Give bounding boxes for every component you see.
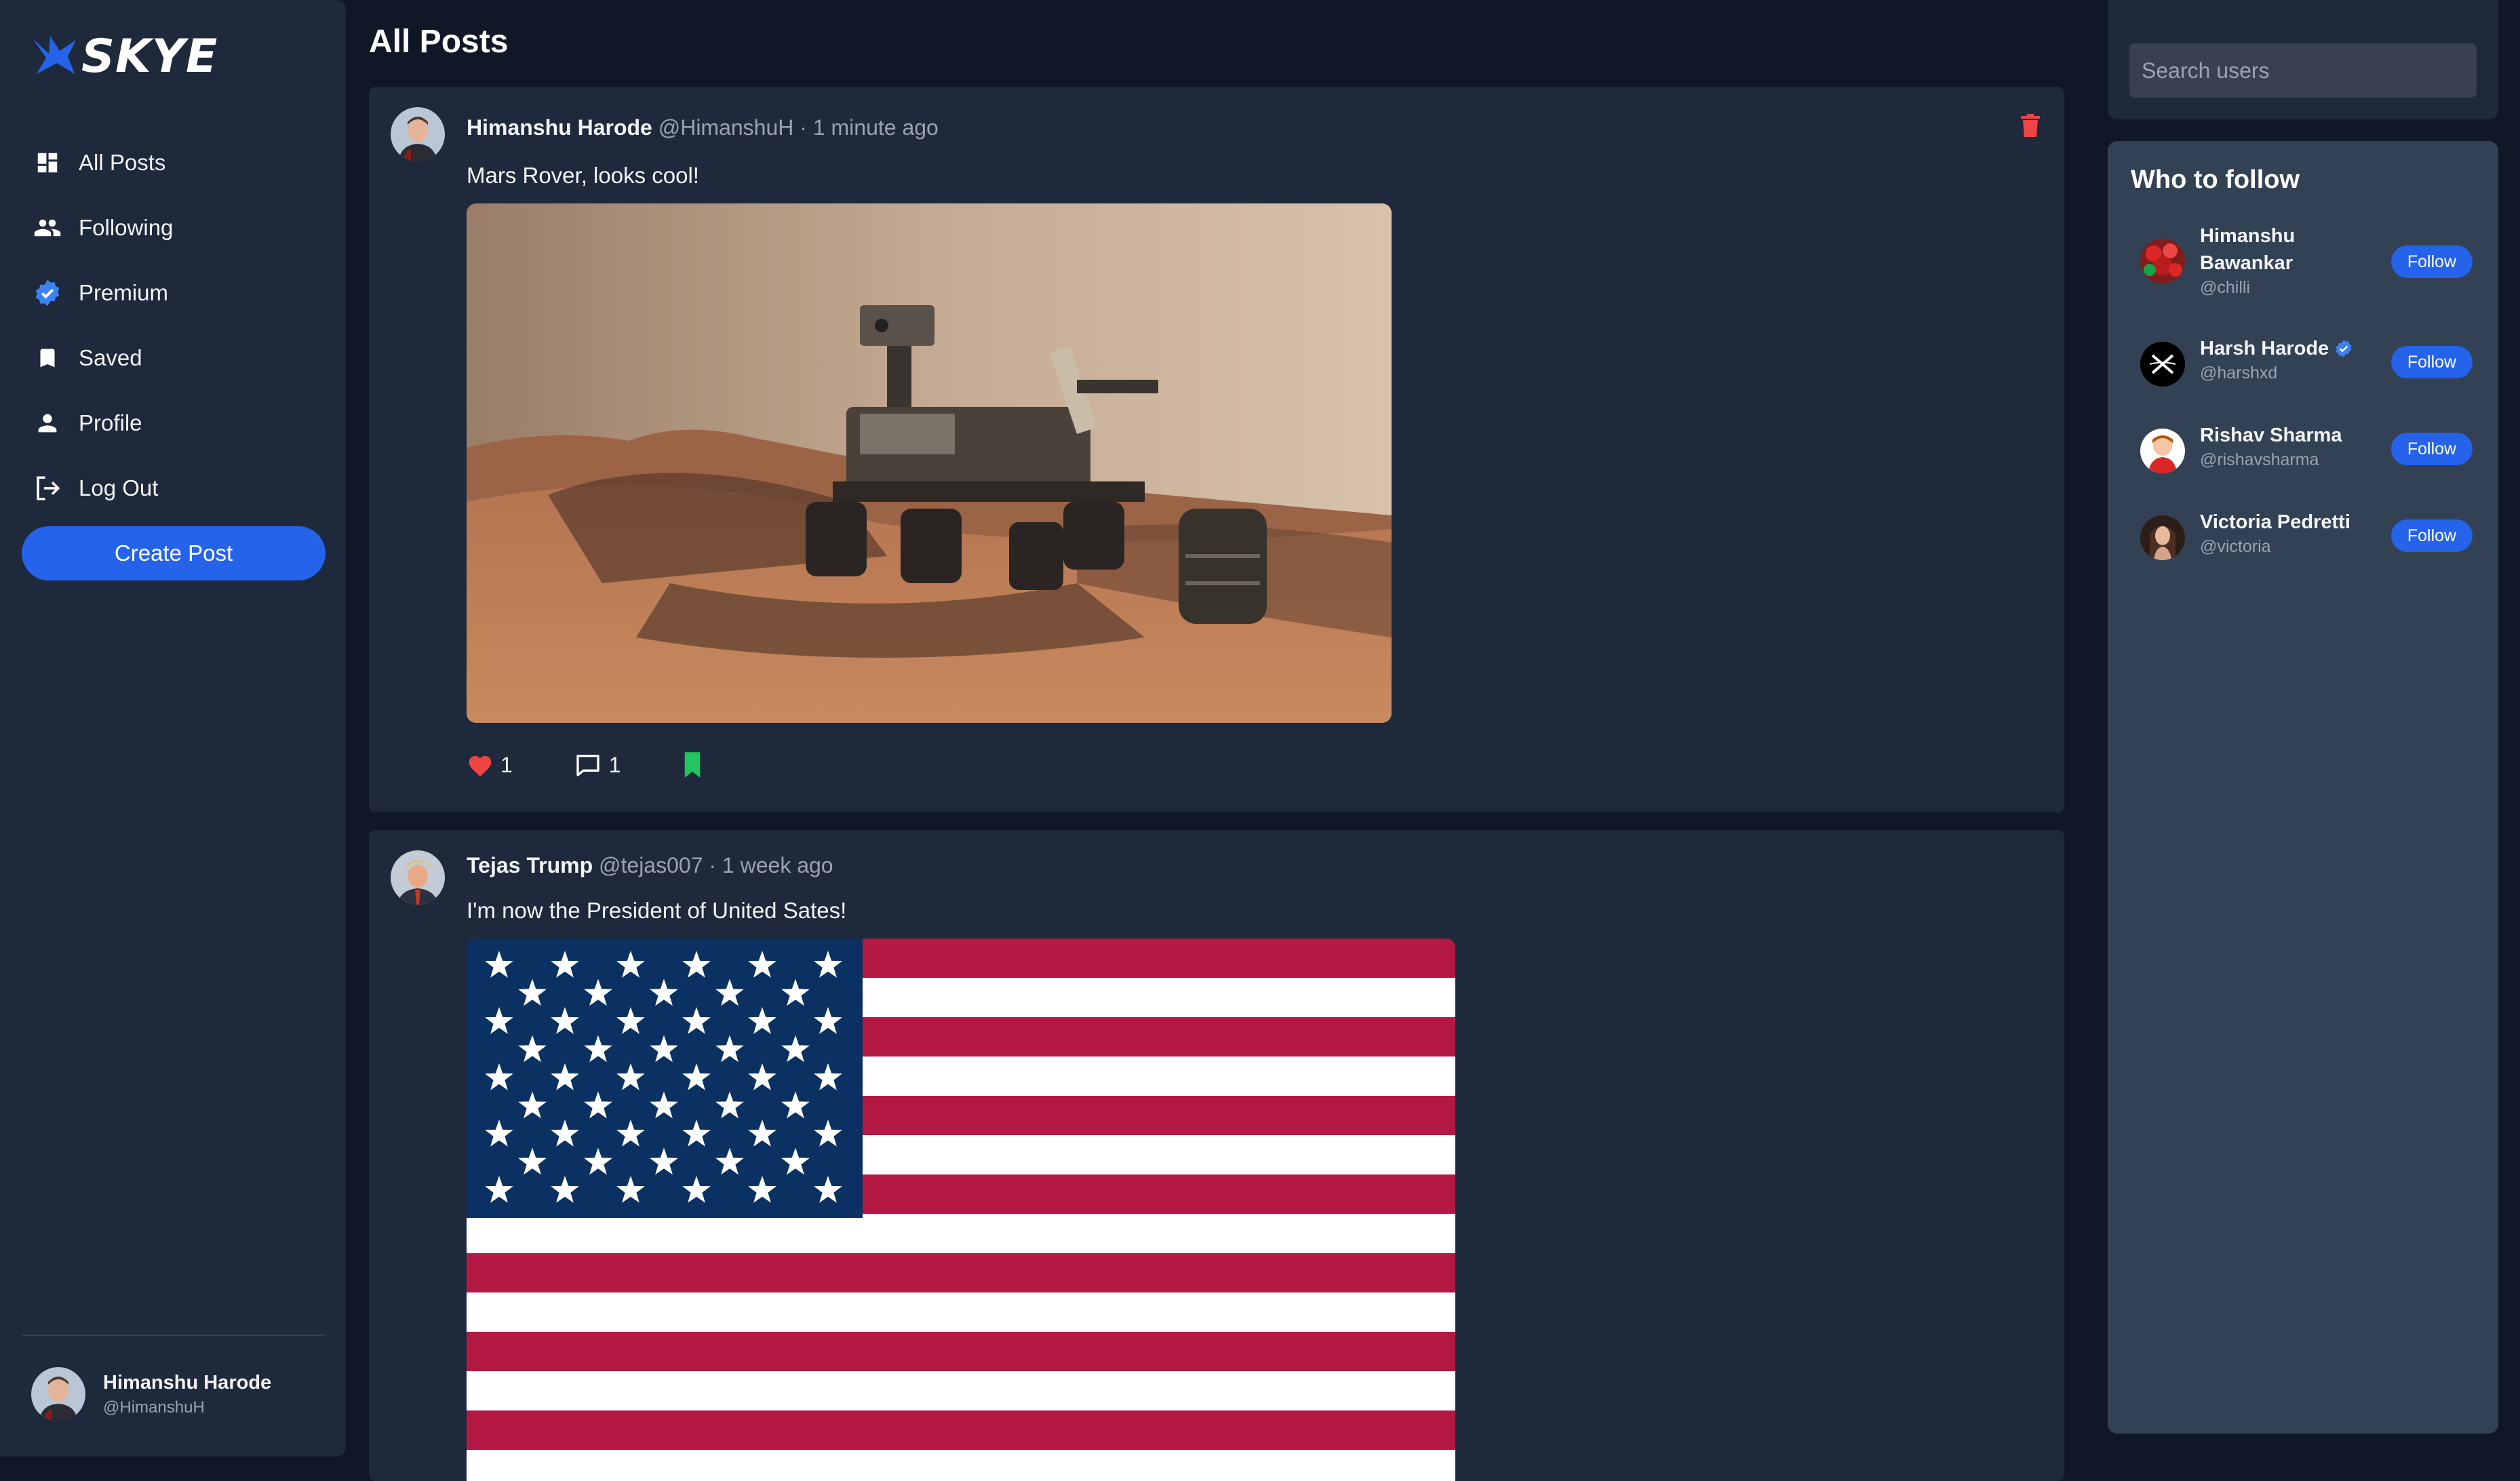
suggested-user[interactable]: Rishav Sharma @rishavsharma Follow [2131,422,2483,476]
suggested-user-name: Bawankar [2200,252,2293,274]
search-input[interactable] [2129,43,2477,98]
nav-label: Saved [79,345,142,370]
post-image-us-flag[interactable] [467,939,1455,1481]
dashboard-icon [30,145,65,180]
nav-item-premium[interactable]: Premium [30,260,173,325]
avatar [2140,515,2185,560]
search-panel [2108,0,2498,119]
app-name: SKYE [81,30,218,83]
save-button[interactable] [682,752,703,778]
app-logo[interactable]: SKYE [30,30,218,83]
suggested-user-handle: @victoria [2200,537,2271,556]
who-to-follow-title: Who to follow [2131,165,2300,194]
suggested-user[interactable]: Himanshu Bawankar @chilli Follow [2131,222,2483,297]
comment-count: 1 [608,752,621,777]
follow-button[interactable]: Follow [2391,245,2473,278]
suggested-user-name: Victoria Pedretti [2200,511,2350,533]
suggested-user[interactable]: Victoria Pedretti @victoria Follow [2131,509,2483,563]
nav-label: Profile [79,410,142,435]
like-button[interactable]: 1 [467,753,513,778]
bookmark-icon [684,752,700,778]
verified-badge-icon [2336,340,2352,357]
post-card: Himanshu Harode @HimanshuH · 1 minute ag… [369,87,2064,812]
nav-item-following[interactable]: Following [30,195,173,260]
nav-label: Log Out [79,475,159,500]
who-to-follow-panel: Who to follow Himanshu Bawankar @chilli … [2108,141,2498,1434]
avatar [2140,429,2185,473]
suggested-user-handle: @chilli [2200,278,2250,297]
post-meta: @HimanshuH · 1 minute ago [658,115,939,140]
delete-icon[interactable] [2021,114,2040,137]
logout-icon [30,471,65,506]
main-nav: All Posts Following Premium Saved Profil… [30,130,173,521]
sidebar-divider [22,1335,324,1336]
avatar[interactable] [391,107,445,161]
post-actions: 1 1 [467,751,764,778]
current-user-handle: @HimanshuH [103,1398,205,1417]
suggested-user-handle: @rishavsharma [2200,450,2319,469]
nav-label: All Posts [79,150,166,175]
create-post-button[interactable]: Create Post [22,526,326,580]
suggested-user-name: Harsh Harode [2200,335,2353,362]
post-card: Tejas Trump @tejas007 · 1 week ago I'm n… [369,830,2064,1481]
post-author[interactable]: Tejas Trump [467,853,593,877]
suggested-user-handle: @harshxd [2200,363,2278,382]
suggested-user[interactable]: Harsh Harode @harshxd Follow [2131,335,2483,389]
post-author[interactable]: Himanshu Harode [467,115,652,140]
current-user-name: Himanshu Harode [103,1371,272,1394]
like-count: 1 [500,752,513,777]
post-image-mars-rover[interactable] [467,203,1392,723]
left-sidebar: SKYE All Posts Following Premium Saved P… [0,0,346,1457]
bookmark-icon [30,340,65,376]
follow-button[interactable]: Follow [2391,433,2473,465]
post-header: Tejas Trump @tejas007 · 1 week ago [467,853,833,878]
follow-button[interactable]: Follow [2391,519,2473,552]
skye-bird-icon [33,35,76,74]
comment-button[interactable]: 1 [574,751,621,778]
avatar[interactable] [391,850,445,905]
nav-label: Following [79,215,174,240]
current-user-card[interactable]: Himanshu Harode @HimanshuH [31,1367,271,1421]
post-text: I'm now the President of United Sates! [467,898,847,923]
nav-item-all-posts[interactable]: All Posts [30,130,173,195]
post-text: Mars Rover, looks cool! [467,163,699,188]
page-title: All Posts [369,24,509,60]
nav-item-profile[interactable]: Profile [30,391,173,456]
nav-label: Premium [79,280,169,305]
suggested-user-name-text: Harsh Harode [2200,338,2329,359]
people-icon [30,210,65,245]
suggested-user-name: Himanshu [2200,225,2296,247]
post-header: Himanshu Harode @HimanshuH · 1 minute ag… [467,115,939,140]
comment-icon [576,755,599,776]
follow-button[interactable]: Follow [2391,346,2473,378]
avatar [31,1367,85,1421]
avatar [2140,342,2185,387]
nav-item-saved[interactable]: Saved [30,325,173,391]
heart-icon [469,755,492,776]
nav-item-log-out[interactable]: Log Out [30,456,173,521]
person-icon [30,406,65,441]
suggested-user-name: Rishav Sharma [2200,424,2342,446]
avatar [2140,239,2185,283]
verified-badge-icon [30,275,65,311]
post-meta: @tejas007 · 1 week ago [599,853,833,877]
